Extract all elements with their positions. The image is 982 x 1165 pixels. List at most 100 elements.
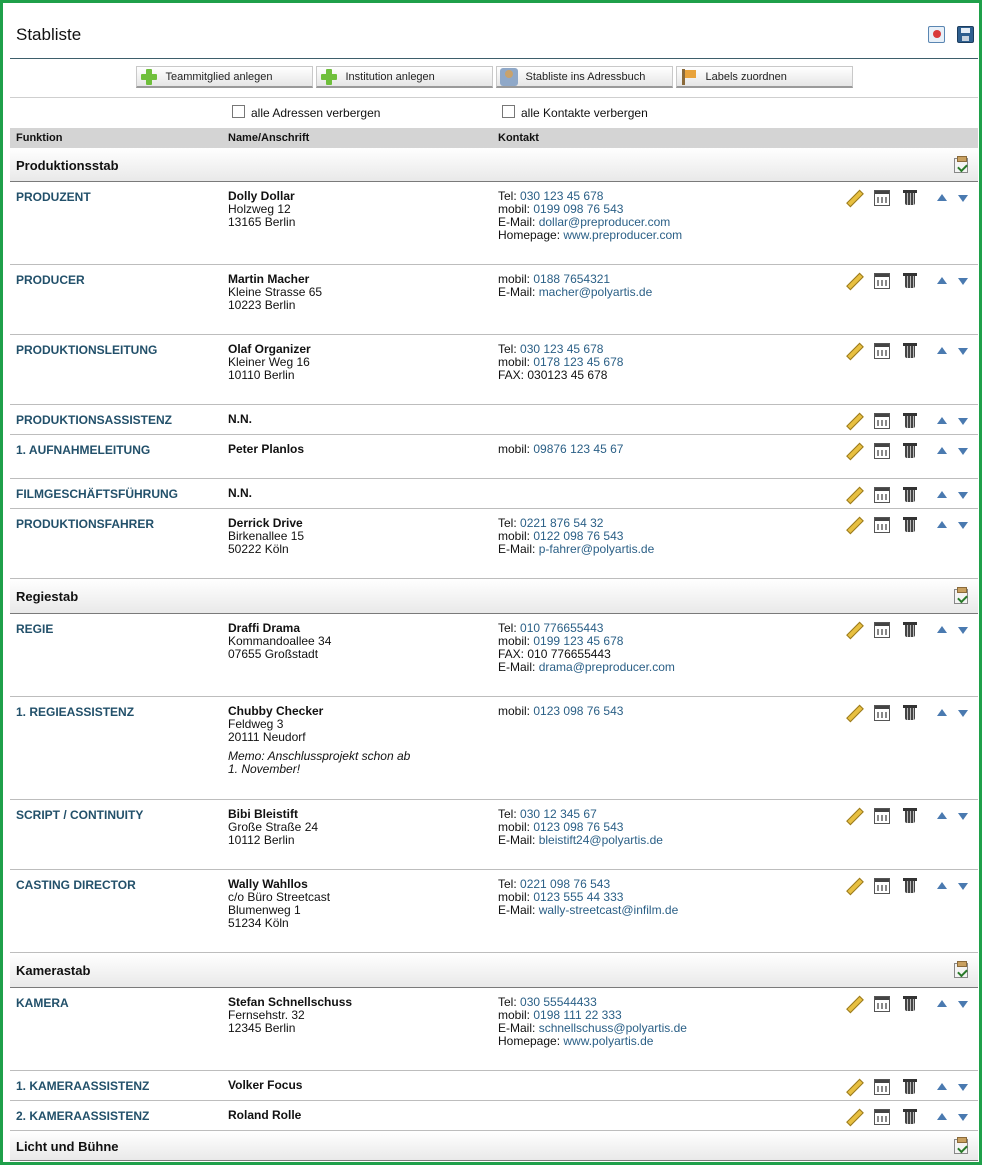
section-checklist-icon[interactable] <box>954 587 968 604</box>
move-down-icon[interactable] <box>957 343 969 359</box>
move-down-icon[interactable] <box>957 1079 969 1095</box>
calendar-icon[interactable] <box>874 705 890 721</box>
edit-icon[interactable] <box>846 622 862 638</box>
contact-value-link[interactable]: bleistift24@polyartis.de <box>539 833 663 847</box>
contact-value-link[interactable]: 0188 7654321 <box>533 272 610 286</box>
move-up-icon[interactable] <box>936 273 948 289</box>
move-down-icon[interactable] <box>957 996 969 1012</box>
contact-value-link[interactable]: drama@preproducer.com <box>539 660 675 674</box>
trash-icon[interactable] <box>902 273 918 289</box>
trash-icon[interactable] <box>902 1079 918 1095</box>
calendar-icon[interactable] <box>874 413 890 429</box>
trash-icon[interactable] <box>902 517 918 533</box>
staff-function[interactable]: PRODUZENT <box>16 190 91 204</box>
calendar-icon[interactable] <box>874 622 890 638</box>
edit-icon[interactable] <box>846 517 862 533</box>
contact-value-link[interactable]: p-fahrer@polyartis.de <box>539 542 655 556</box>
contact-value-link[interactable]: 0198 111 22 333 <box>533 1008 621 1022</box>
move-down-icon[interactable] <box>957 273 969 289</box>
staff-function[interactable]: REGIE <box>16 622 53 636</box>
edit-icon[interactable] <box>846 343 862 359</box>
edit-icon[interactable] <box>846 273 862 289</box>
pdf-icon[interactable] <box>928 26 945 43</box>
staff-function[interactable]: 1. REGIEASSISTENZ <box>16 705 134 719</box>
move-up-icon[interactable] <box>936 622 948 638</box>
staff-function[interactable]: PRODUKTIONSLEITUNG <box>16 343 157 357</box>
hide-contacts-checkbox[interactable] <box>502 105 515 118</box>
move-down-icon[interactable] <box>957 808 969 824</box>
contact-value-link[interactable]: 030 123 45 678 <box>520 342 603 356</box>
contact-value-link[interactable]: 030 123 45 678 <box>520 189 603 203</box>
contact-value-link[interactable]: schnellschuss@polyartis.de <box>539 1021 687 1035</box>
staff-function[interactable]: PRODUCER <box>16 273 85 287</box>
move-up-icon[interactable] <box>936 190 948 206</box>
move-up-icon[interactable] <box>936 705 948 721</box>
staff-function[interactable]: 1. AUFNAHMELEITUNG <box>16 443 150 457</box>
trash-icon[interactable] <box>902 413 918 429</box>
trash-icon[interactable] <box>902 878 918 894</box>
contact-value-link[interactable]: 030 55544433 <box>520 995 597 1009</box>
add-institution-button[interactable]: Institution anlegen <box>315 66 493 88</box>
trash-icon[interactable] <box>902 1109 918 1125</box>
edit-icon[interactable] <box>846 808 862 824</box>
edit-icon[interactable] <box>846 996 862 1012</box>
edit-icon[interactable] <box>846 705 862 721</box>
contact-value-link[interactable]: macher@polyartis.de <box>539 285 653 299</box>
staff-function[interactable]: 1. KAMERAASSISTENZ <box>16 1079 149 1093</box>
move-up-icon[interactable] <box>936 878 948 894</box>
hide-addresses-option[interactable]: alle Adressen verbergen <box>232 105 380 120</box>
calendar-icon[interactable] <box>874 996 890 1012</box>
contact-value-link[interactable]: www.preproducer.com <box>563 228 682 242</box>
trash-icon[interactable] <box>902 343 918 359</box>
move-down-icon[interactable] <box>957 705 969 721</box>
contact-value-link[interactable]: 0199 098 76 543 <box>533 202 623 216</box>
assign-labels-button[interactable]: Labels zuordnen <box>675 66 853 88</box>
move-up-icon[interactable] <box>936 996 948 1012</box>
move-down-icon[interactable] <box>957 443 969 459</box>
move-down-icon[interactable] <box>957 878 969 894</box>
calendar-icon[interactable] <box>874 1079 890 1095</box>
edit-icon[interactable] <box>846 487 862 503</box>
contact-value-link[interactable]: 0221 876 54 32 <box>520 516 603 530</box>
staff-function[interactable]: KAMERA <box>16 996 69 1010</box>
move-down-icon[interactable] <box>957 413 969 429</box>
calendar-icon[interactable] <box>874 878 890 894</box>
move-down-icon[interactable] <box>957 1109 969 1125</box>
contact-value-link[interactable]: 0123 555 44 333 <box>533 890 623 904</box>
move-up-icon[interactable] <box>936 808 948 824</box>
move-up-icon[interactable] <box>936 443 948 459</box>
contact-value-link[interactable]: 010 776655443 <box>520 621 603 635</box>
trash-icon[interactable] <box>902 487 918 503</box>
trash-icon[interactable] <box>902 190 918 206</box>
trash-icon[interactable] <box>902 808 918 824</box>
trash-icon[interactable] <box>902 622 918 638</box>
edit-icon[interactable] <box>846 1079 862 1095</box>
move-down-icon[interactable] <box>957 622 969 638</box>
edit-icon[interactable] <box>846 443 862 459</box>
move-up-icon[interactable] <box>936 1079 948 1095</box>
staff-function[interactable]: SCRIPT / CONTINUITY <box>16 808 143 822</box>
calendar-icon[interactable] <box>874 273 890 289</box>
move-up-icon[interactable] <box>936 517 948 533</box>
contact-value-link[interactable]: 0123 098 76 543 <box>533 820 623 834</box>
calendar-icon[interactable] <box>874 517 890 533</box>
contact-value-link[interactable]: 0123 098 76 543 <box>533 704 623 718</box>
contact-value-link[interactable]: www.polyartis.de <box>563 1034 653 1048</box>
calendar-icon[interactable] <box>874 808 890 824</box>
calendar-icon[interactable] <box>874 487 890 503</box>
add-team-member-button[interactable]: Teammitglied anlegen <box>135 66 313 88</box>
move-down-icon[interactable] <box>957 487 969 503</box>
hide-addresses-checkbox[interactable] <box>232 105 245 118</box>
contact-value-link[interactable]: 0178 123 45 678 <box>533 355 623 369</box>
staff-function[interactable]: CASTING DIRECTOR <box>16 878 136 892</box>
move-up-icon[interactable] <box>936 1109 948 1125</box>
section-checklist-icon[interactable] <box>954 961 968 978</box>
staff-function[interactable]: PRODUKTIONSFAHRER <box>16 517 154 531</box>
calendar-icon[interactable] <box>874 190 890 206</box>
move-up-icon[interactable] <box>936 413 948 429</box>
contact-value-link[interactable]: 0122 098 76 543 <box>533 529 623 543</box>
move-up-icon[interactable] <box>936 487 948 503</box>
contact-value-link[interactable]: dollar@preproducer.com <box>539 215 671 229</box>
export-to-addressbook-button[interactable]: Stabliste ins Adressbuch <box>495 66 673 88</box>
edit-icon[interactable] <box>846 413 862 429</box>
